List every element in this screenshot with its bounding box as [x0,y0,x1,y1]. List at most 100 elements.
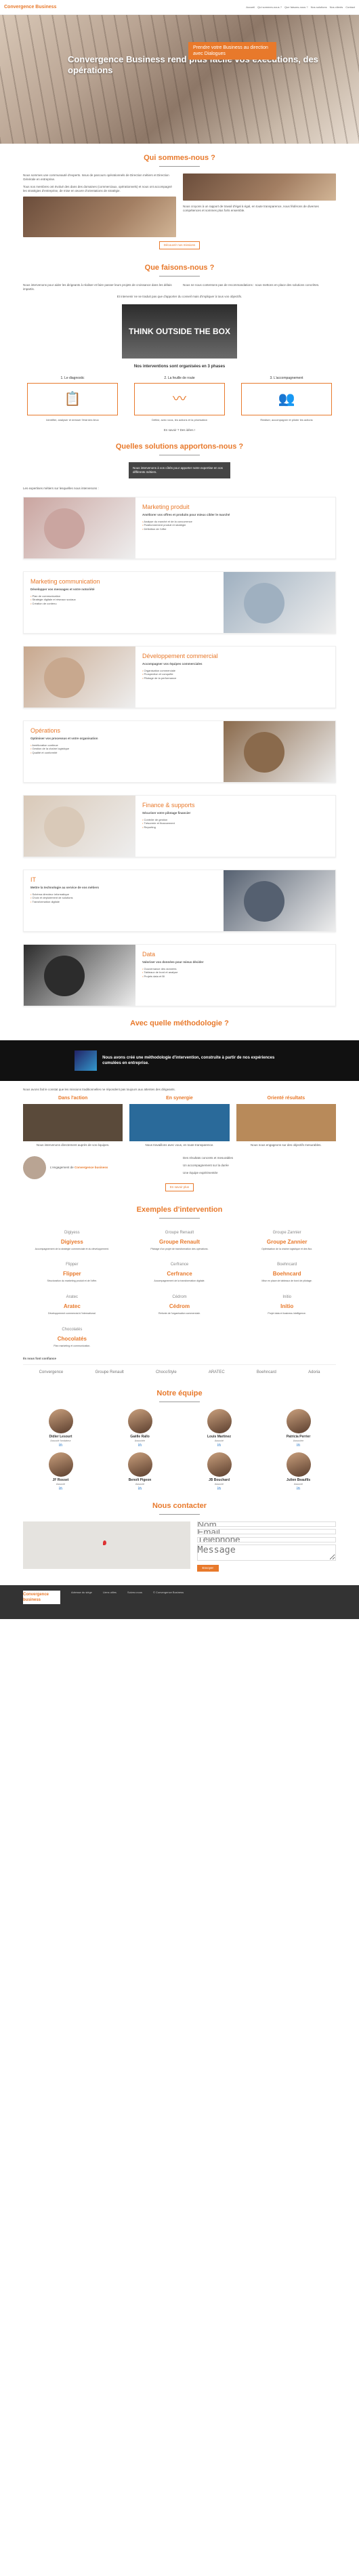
client-logo: Chocolatés [62,1327,83,1332]
linkedin-icon[interactable]: in [102,1443,177,1448]
client-example[interactable]: Cédrom Cédrom Refonte de l'organisation … [131,1290,229,1318]
phase-item: 2. La feuille de route 〰 Définir, avec v… [130,376,229,422]
client-example[interactable]: Groupe Renault Groupe Renault Pilotage d… [131,1225,229,1254]
top-bar: Convergence Business Accueil Qui sommes-… [0,0,359,15]
avatar [127,1452,152,1477]
solution-card: Marketing produit Améliorer vos offres e… [23,496,336,559]
nav-item[interactable]: Accueil [246,5,255,9]
discover-missions-button[interactable]: Découvrir nos missions [159,241,200,250]
about-text: Tous nos membres ont évolué des dans des… [23,184,172,193]
card-lead: Accompagner vos équipes commerciales [142,661,203,666]
linkedin-icon[interactable]: in [182,1486,257,1492]
what-text: Nous intervenons pour aider les dirigean… [23,283,172,291]
linkedin-icon[interactable]: in [23,1443,98,1448]
card-image [224,571,335,633]
linkedin-icon[interactable]: in [23,1486,98,1492]
client-example[interactable]: Aratec Aratec Développement commercial à… [23,1290,121,1318]
client-name: Chocolatés [57,1335,87,1342]
client-logo: Aratec [66,1295,78,1300]
client-example[interactable]: Boehncard Boehncard Mise en place de tab… [238,1257,336,1286]
phase-item: 1. Le diagnostic 📋 Identifier, analyser … [23,376,122,422]
client-desc: Refonte de l'organisation commerciale. [158,1311,200,1315]
card-title: Marketing communication [30,577,100,585]
phases-title: Nos interventions sont organisées en 3 p… [133,365,226,369]
client-desc: Structuration du marketing produit et de… [47,1280,98,1283]
message-field[interactable] [196,1544,336,1561]
client-grid: Digiyess Digiyess Accompagnement de la s… [23,1225,336,1351]
client-logo: Adoria [308,1370,320,1374]
engagement-block: L'engagement de Convergence business Des… [23,1156,336,1179]
method-thumbnail [75,1050,98,1071]
client-desc: Pilotage d'un projet de transformation d… [150,1247,209,1250]
people-icon: 👥 [241,383,332,416]
name-field[interactable] [196,1521,336,1528]
card-image [24,646,135,708]
linkedin-icon[interactable]: in [261,1486,336,1492]
nav-item[interactable]: Nos clients [330,5,343,9]
route-icon: 〰 [134,383,225,416]
client-example[interactable]: Digiyess Digiyess Accompagnement de la s… [23,1225,121,1254]
solution-card: Opérations Optimiser vos processus et vo… [23,720,336,783]
card-title: Opérations [30,727,61,734]
method-intro: Nous avons fait le constat que les missi… [23,1088,175,1092]
contact-form: Envoyer [196,1521,336,1572]
pillar-image [236,1103,336,1141]
method-banner-text: Nous avons créé une méthodologie d'inter… [102,1056,275,1066]
card-circle [44,508,85,549]
card-lead: Mettre la technologie au service de vos … [30,885,100,889]
card-image [224,720,335,782]
email-field[interactable] [196,1529,336,1535]
member-name: JB Bouchard [208,1478,230,1483]
footer: Convergence business Adresse du siège Li… [0,1585,359,1619]
client-example[interactable]: Initio Initio Projet data et business in… [238,1290,336,1318]
client-logo: Cerfrance [170,1263,189,1267]
footer-logo[interactable]: Convergence business [23,1590,60,1604]
phase-item: 3. L'accompagnement 👥 Réaliser, accompag… [237,376,336,422]
about-section: Qui sommes-nous ? Nous sommes une commun… [0,153,359,1006]
pillar: Dans l'action Nous intervenons directeme… [23,1095,123,1151]
team-grid: Didier Lesourt Associé fondateur in Gaël… [23,1409,336,1492]
card-lead: Optimiser vos processus et votre organis… [30,736,98,740]
team-member: Louis Martinez Associé in [182,1409,257,1448]
linkedin-icon[interactable]: in [261,1443,336,1448]
client-example[interactable]: Cerfrance Cerfrance Accompagnement de la… [131,1257,229,1286]
client-example[interactable]: Groupe Zannier Groupe Zannier Optimisati… [238,1225,336,1254]
member-name: JF Rosset [52,1478,69,1483]
member-name: Benoît Pigeon [128,1478,152,1483]
client-logo: ChocoStyle [155,1370,177,1374]
section-title: Quelles solutions apportons-nous ? [115,443,244,451]
member-name: Julien Beaufils [286,1478,311,1483]
solution-cards: Marketing produit Améliorer vos offres e… [23,496,336,1006]
client-example[interactable]: Chocolatés Chocolatés Plan marketing et … [23,1322,121,1351]
phone-field[interactable] [196,1536,336,1542]
nav-item[interactable]: Que faisons-nous ? [284,5,308,9]
phases-link[interactable]: En savoir ? Des idées ! [23,428,336,432]
client-example[interactable]: Flipper Flipper Structuration du marketi… [23,1257,121,1286]
card-title: Finance & supports [142,801,195,809]
client-name: Cerfrance [167,1271,192,1277]
what-quote: Et intervenir ne se traduit pas que d'ap… [117,295,242,299]
nav-item[interactable]: Nos solutions [311,5,327,9]
linkedin-icon[interactable]: in [182,1443,257,1448]
map[interactable] [23,1521,190,1570]
main-nav: Accueil Qui sommes-nous ? Que faisons-no… [246,5,355,9]
trust-logos: Convergence Groupe Renault ChocoStyle AR… [23,1364,336,1379]
send-button[interactable]: Envoyer [196,1564,219,1572]
learn-more-button[interactable]: En savoir plus [165,1183,194,1191]
card-item: Projets data et BI [142,975,329,978]
card-item: Définition de l'offre [142,527,329,531]
card-lead: Valoriser vos données pour mieux décider [142,960,204,964]
client-name: Groupe Renault [159,1238,200,1245]
client-desc: Accompagnement de la stratégie commercia… [35,1247,110,1250]
nav-item[interactable]: Contact [345,5,355,9]
client-desc: Projet data et business intelligence. [268,1311,306,1315]
linkedin-icon[interactable]: in [102,1486,177,1492]
card-item: Qualité et conformité [30,751,217,754]
site-logo[interactable]: Convergence Business [4,4,56,10]
client-logo: Groupe Renault [165,1230,194,1235]
client-name: Digiyess [60,1238,83,1245]
nav-item[interactable]: Qui sommes-nous ? [257,5,282,9]
hero-badge: Prendre votre Business au direction avec… [188,42,276,60]
client-desc: Développement commercial à l'internation… [48,1311,96,1315]
divider [159,165,200,167]
